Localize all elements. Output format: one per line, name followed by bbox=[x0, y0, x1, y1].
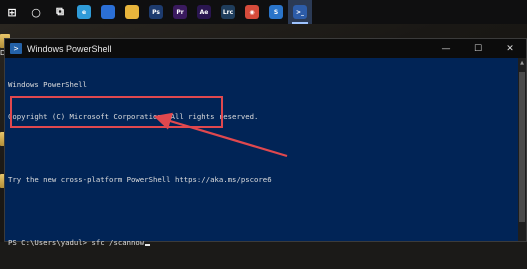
window-controls: — ☐ ✕ bbox=[430, 39, 526, 58]
console-line: Windows PowerShell bbox=[8, 80, 88, 89]
scroll-thumb[interactable] bbox=[519, 72, 525, 222]
photoshop-icon[interactable]: Ps bbox=[144, 0, 168, 24]
task-view-icon[interactable]: ⧉ bbox=[48, 0, 72, 24]
window-title: Windows PowerShell bbox=[27, 43, 112, 54]
store-icon[interactable] bbox=[96, 0, 120, 24]
edge-icon[interactable]: e bbox=[72, 0, 96, 24]
app-s-glyph-icon: S bbox=[269, 5, 283, 19]
app-s-icon[interactable]: S bbox=[264, 0, 288, 24]
command-text: sfc /scannow bbox=[91, 237, 145, 247]
powershell-taskbar-glyph-icon: >_ bbox=[293, 5, 307, 19]
chrome-icon[interactable]: ◉ bbox=[240, 0, 264, 24]
lightroom-icon[interactable]: Lrc bbox=[216, 0, 240, 24]
after-effects-glyph-icon: Ae bbox=[197, 5, 211, 19]
task-view-glyph-icon: ⧉ bbox=[56, 5, 64, 18]
console-output[interactable]: Windows PowerShell Copyright (C) Microso… bbox=[5, 58, 518, 247]
search-icon[interactable]: ○ bbox=[24, 0, 48, 24]
premiere-icon[interactable]: Pr bbox=[168, 0, 192, 24]
chrome-glyph-icon: ◉ bbox=[245, 5, 259, 19]
command-line[interactable]: PS C:\Users\yadul> sfc /scannow bbox=[8, 238, 518, 249]
prompt-text: PS C:\Users\yadul> bbox=[8, 237, 92, 247]
start-glyph-icon: ⊞ bbox=[7, 5, 17, 19]
store-glyph-icon bbox=[101, 5, 115, 19]
file-explorer-icon[interactable] bbox=[120, 0, 144, 24]
console-line: Try the new cross-platform PowerShell ht… bbox=[8, 174, 272, 184]
start-icon[interactable]: ⊞ bbox=[0, 0, 24, 24]
photoshop-glyph-icon: Ps bbox=[149, 5, 163, 19]
minimize-button[interactable]: — bbox=[430, 39, 462, 58]
vertical-scrollbar[interactable]: ▲ bbox=[518, 58, 526, 241]
powershell-window: > Windows PowerShell — ☐ ✕ Windows Power… bbox=[4, 38, 527, 247]
edge-glyph-icon: e bbox=[77, 5, 91, 19]
highlight-box bbox=[10, 96, 223, 128]
file-explorer-glyph-icon bbox=[125, 5, 139, 19]
close-button[interactable]: ✕ bbox=[494, 39, 526, 58]
lightroom-glyph-icon: Lrc bbox=[221, 5, 235, 19]
scroll-up-icon[interactable]: ▲ bbox=[518, 60, 526, 66]
powershell-taskbar-icon[interactable]: >_ bbox=[288, 0, 312, 24]
powershell-icon: > bbox=[10, 43, 22, 54]
title-bar[interactable]: > Windows PowerShell — ☐ ✕ bbox=[5, 39, 526, 58]
after-effects-icon[interactable]: Ae bbox=[192, 0, 216, 24]
maximize-button[interactable]: ☐ bbox=[462, 39, 494, 58]
premiere-glyph-icon: Pr bbox=[173, 5, 187, 19]
taskbar: ⊞ ○ ⧉ e Ps Pr Ae Lrc ◉ S >_ bbox=[0, 0, 527, 24]
search-glyph-icon: ○ bbox=[31, 5, 41, 19]
text-cursor bbox=[145, 243, 151, 246]
